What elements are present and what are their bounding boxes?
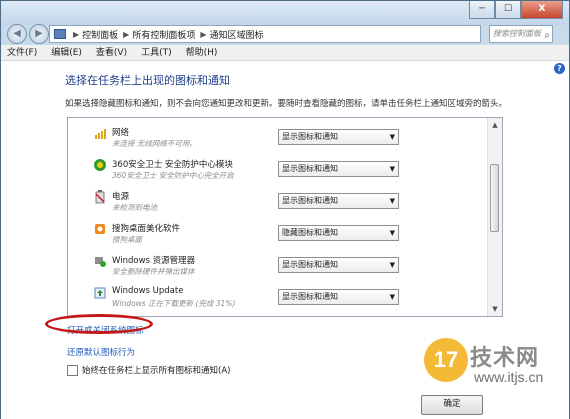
scroll-up-arrow[interactable]: ▲	[488, 118, 502, 132]
behavior-dropdown[interactable]: 显示图标和通知 ▼	[278, 161, 399, 177]
behavior-dropdown[interactable]: 显示图标和通知 ▼	[278, 257, 399, 273]
vertical-scrollbar[interactable]: ▲ ▼	[487, 118, 502, 316]
behavior-dropdown[interactable]: 显示图标和通知 ▼	[278, 129, 399, 145]
icon-status: 未连接 无线网络不可用。	[112, 139, 197, 148]
behavior-value: 显示图标和通知	[282, 292, 338, 301]
list-item: Windows 资源管理器 安全删除硬件并弹出媒体 显示图标和通知 ▼	[68, 250, 488, 282]
notification-icon-list[interactable]: 网络 未连接 无线网络不可用。 显示图标和通知 ▼ 360安全卫士 安全防护中心模…	[67, 117, 503, 317]
always-show-checkbox[interactable]: 始终在任务栏上显示所有图标和通知(A)	[67, 364, 230, 376]
title-bar: ─ ☐ X	[1, 1, 569, 25]
chevron-down-icon: ▼	[389, 229, 395, 237]
icon-name: Windows 资源管理器	[112, 256, 196, 266]
behavior-value: 显示图标和通知	[282, 260, 338, 269]
ok-button[interactable]: 确定	[421, 395, 483, 415]
icon-name: Windows Update	[112, 286, 184, 296]
highlight-annotation	[45, 314, 153, 334]
chevron-down-icon: ▼	[389, 261, 395, 269]
icon-name: 网络	[112, 128, 130, 138]
help-icon[interactable]: ?	[554, 63, 565, 74]
behavior-value: 显示图标和通知	[282, 164, 338, 173]
scroll-down-arrow[interactable]: ▼	[488, 302, 502, 316]
behavior-dropdown[interactable]: 显示图标和通知 ▼	[278, 289, 399, 305]
chevron-down-icon: ▼	[389, 293, 395, 301]
shield-360-icon	[94, 159, 106, 171]
list-item: 电源 未检测到电池 显示图标和通知 ▼	[68, 186, 488, 218]
control-panel-icon	[54, 29, 66, 39]
watermark-logo: 17	[424, 338, 468, 382]
icon-status: Windows 正在下载更新 (完成 31%)	[112, 299, 236, 308]
icon-status: 未检测到电池	[112, 203, 157, 212]
behavior-value: 显示图标和通知	[282, 196, 338, 205]
breadcrumb-notification-icons[interactable]: 通知区域图标	[210, 28, 264, 41]
minimize-button[interactable]: ─	[469, 1, 495, 19]
list-item: 360安全卫士 安全防护中心模块 360安全卫士 安全防护中心完全开启 显示图标…	[68, 154, 488, 186]
power-icon	[95, 190, 105, 204]
menu-help[interactable]: 帮助(H)	[186, 45, 218, 60]
page-description: 如果选择隐藏图标和通知，则不会向您通知更改和更新。要随时查看隐藏的图标，请单击任…	[65, 99, 508, 109]
forward-button[interactable]: ▶	[29, 24, 49, 44]
chevron-down-icon: ▼	[389, 165, 395, 173]
scrollbar-thumb[interactable]	[490, 164, 499, 232]
watermark-url: www.itjs.cn	[474, 369, 544, 385]
network-icon	[95, 129, 106, 139]
menu-tools[interactable]: 工具(T)	[141, 45, 172, 60]
icon-status: 安全删除硬件并弹出媒体	[112, 267, 195, 276]
list-item: Windows Update Windows 正在下载更新 (完成 31%) 显…	[68, 282, 488, 314]
checkbox-label: 始终在任务栏上显示所有图标和通知(A)	[82, 366, 231, 376]
icon-name: 360安全卫士 安全防护中心模块	[112, 160, 233, 170]
search-icon[interactable]: ⌕	[544, 28, 550, 44]
menu-file[interactable]: 文件(F)	[7, 45, 37, 60]
chevron-down-icon: ▼	[389, 197, 395, 205]
breadcrumb-all-items[interactable]: 所有控制面板项	[132, 28, 195, 41]
breadcrumb-separator: ▶	[123, 29, 130, 39]
menu-view[interactable]: 查看(V)	[96, 45, 127, 60]
maximize-button[interactable]: ☐	[495, 1, 521, 19]
icon-name: 电源	[112, 192, 130, 202]
menu-edit[interactable]: 编辑(E)	[51, 45, 82, 60]
windows-update-icon	[94, 287, 106, 299]
icon-status: 360安全卫士 安全防护中心完全开启	[112, 171, 234, 180]
watermark-name: 技术网	[470, 346, 540, 371]
close-button[interactable]: X	[521, 1, 563, 19]
list-item: 搜狗桌面美化软件 搜狗桌面 隐藏图标和通知 ▼	[68, 218, 488, 250]
back-button[interactable]: ◀	[7, 24, 27, 44]
list-item: 网络 未连接 无线网络不可用。 显示图标和通知 ▼	[68, 122, 488, 154]
breadcrumb-control-panel[interactable]: 控制面板	[82, 28, 118, 41]
behavior-dropdown[interactable]: 隐藏图标和通知 ▼	[278, 225, 399, 241]
sogou-icon	[95, 224, 105, 234]
menu-bar: 文件(F) 编辑(E) 查看(V) 工具(T) 帮助(H)	[1, 45, 569, 61]
page-title: 选择在任务栏上出现的图标和通知	[65, 74, 230, 87]
behavior-value: 隐藏图标和通知	[282, 228, 338, 237]
behavior-dropdown[interactable]: 显示图标和通知 ▼	[278, 193, 399, 209]
search-placeholder: 搜索控制面板	[493, 29, 541, 38]
chevron-down-icon: ▼	[389, 133, 395, 141]
usb-icon	[95, 257, 106, 267]
behavior-value: 显示图标和通知	[282, 132, 338, 141]
icon-name: 搜狗桌面美化软件	[112, 224, 181, 234]
breadcrumb-separator: ▶	[73, 29, 80, 39]
link-restore-defaults[interactable]: 还原默认图标行为	[67, 346, 135, 358]
address-bar[interactable]: ▶ 控制面板 ▶ 所有控制面板项 ▶ 通知区域图标	[49, 25, 481, 43]
nav-buttons: ◀ ▶	[7, 24, 51, 44]
checkbox[interactable]	[67, 364, 78, 376]
search-input[interactable]: 搜索控制面板 ⌕	[489, 25, 553, 43]
icon-status: 搜狗桌面	[112, 235, 142, 244]
breadcrumb-separator: ▶	[200, 29, 207, 39]
